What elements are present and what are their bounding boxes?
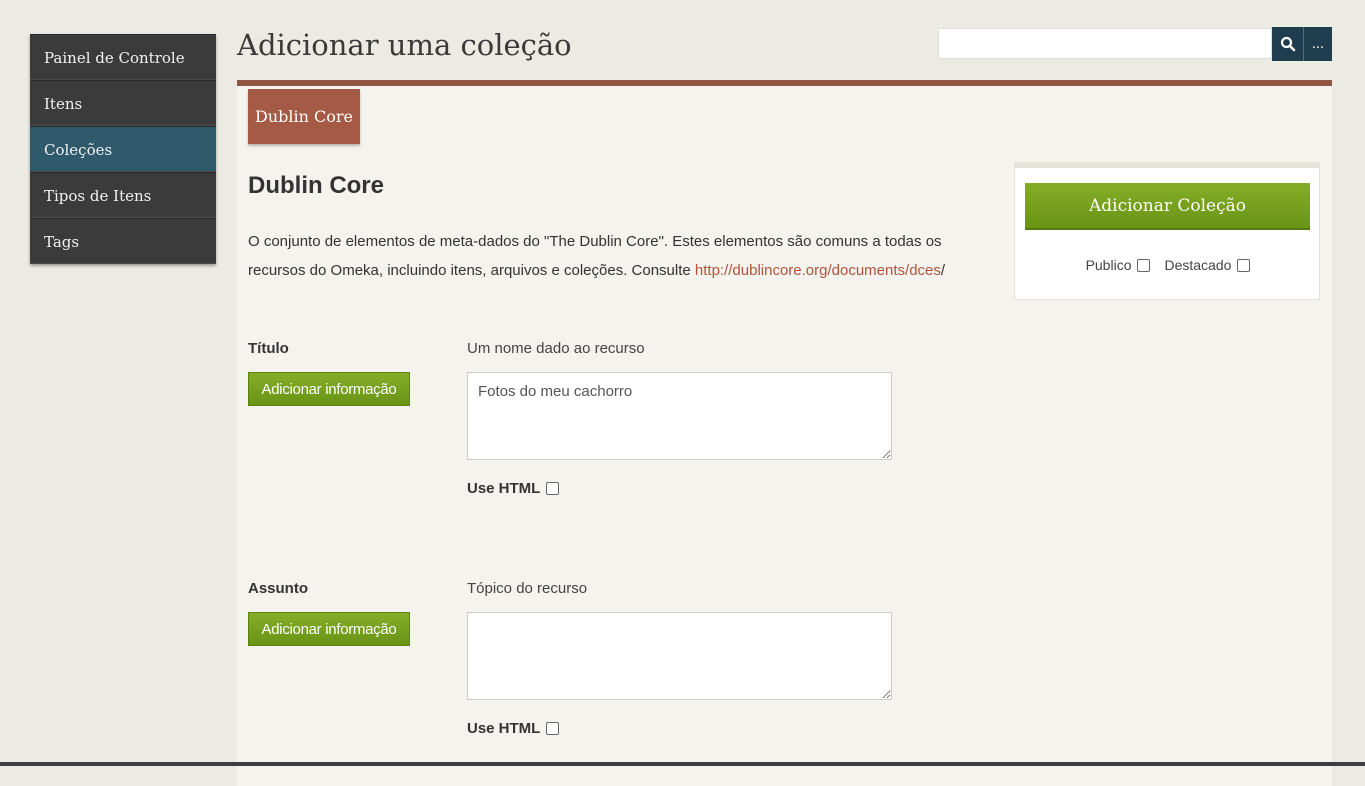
os-taskbar-edge bbox=[0, 762, 1365, 766]
nav-item-collections[interactable]: Coleções bbox=[30, 126, 216, 172]
use-html-title: Use HTML bbox=[467, 480, 560, 497]
field-hint-title: Um nome dado ao recurso bbox=[467, 340, 645, 357]
use-html-subject: Use HTML bbox=[467, 720, 560, 737]
save-options: Publico Destacado bbox=[1015, 257, 1321, 273]
add-input-subject-button[interactable]: Adicionar informação bbox=[248, 612, 410, 646]
featured-checkbox[interactable] bbox=[1237, 258, 1251, 272]
use-html-subject-checkbox[interactable] bbox=[546, 722, 560, 735]
field-hint-subject: Tópico do recurso bbox=[467, 580, 588, 597]
field-label-title: Título bbox=[248, 340, 289, 357]
field-label-subject: Assunto bbox=[248, 580, 308, 597]
use-html-label: Use HTML bbox=[467, 720, 541, 737]
search-icon bbox=[1280, 36, 1295, 52]
featured-label: Destacado bbox=[1164, 257, 1232, 273]
public-option: Publico bbox=[1086, 257, 1151, 273]
search-input[interactable] bbox=[938, 28, 1272, 59]
add-input-title-button[interactable]: Adicionar informação bbox=[248, 372, 410, 406]
main-panel: Dublin Core Dublin Core O conjunto de el… bbox=[237, 80, 1332, 786]
add-collection-button[interactable]: Adicionar Coleção bbox=[1025, 183, 1310, 230]
featured-option: Destacado bbox=[1164, 257, 1251, 273]
nav-item-tags[interactable]: Tags bbox=[30, 218, 216, 264]
public-label: Publico bbox=[1085, 257, 1132, 273]
dublincore-link[interactable]: http://dublincore.org/documents/dces bbox=[695, 262, 941, 279]
section-description: O conjunto de elementos de meta-dados do… bbox=[248, 227, 988, 285]
sidebar-nav: Painel de Controle Itens Coleções Tipos … bbox=[30, 34, 216, 264]
save-panel: Adicionar Coleção Publico Destacado bbox=[1014, 162, 1320, 300]
page-title: Adicionar uma coleção bbox=[237, 28, 572, 62]
search-button[interactable] bbox=[1272, 27, 1303, 61]
subject-textarea[interactable] bbox=[467, 612, 892, 700]
advanced-search-button[interactable]: ... bbox=[1303, 27, 1332, 61]
title-textarea[interactable]: Fotos do meu cachorro bbox=[467, 372, 892, 460]
nav-item-dashboard[interactable]: Painel de Controle bbox=[30, 34, 216, 80]
description-trailing-slash: / bbox=[940, 262, 946, 279]
use-html-title-checkbox[interactable] bbox=[546, 482, 560, 495]
nav-item-items[interactable]: Itens bbox=[30, 80, 216, 126]
nav-item-item-types[interactable]: Tipos de Itens bbox=[30, 172, 216, 218]
public-checkbox[interactable] bbox=[1137, 258, 1151, 272]
tab-dublin-core[interactable]: Dublin Core bbox=[248, 89, 360, 144]
use-html-label: Use HTML bbox=[467, 480, 541, 497]
section-title: Dublin Core bbox=[248, 172, 384, 199]
